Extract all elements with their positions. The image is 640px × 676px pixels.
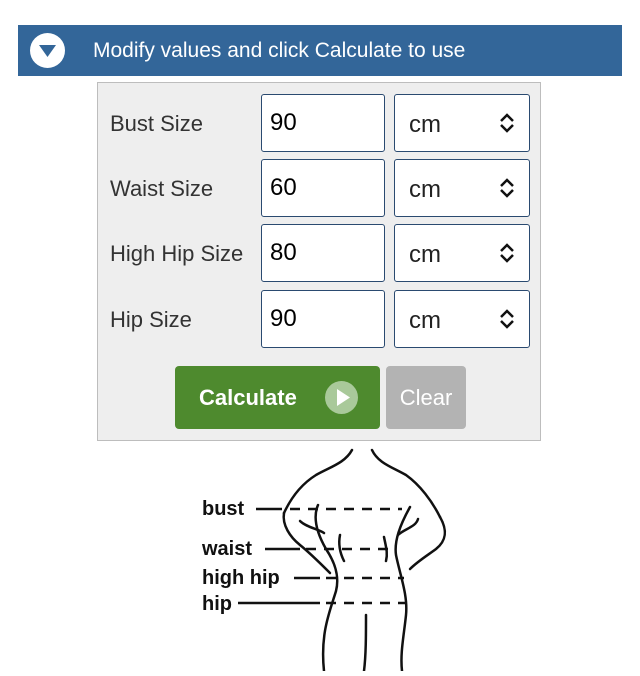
hip-label: hip	[202, 593, 232, 615]
waist-size-unit-value: cm	[409, 176, 441, 203]
calculate-button[interactable]: Calculate	[175, 366, 380, 429]
high-hip-size-unit-select[interactable]: cm	[394, 224, 530, 282]
hip-size-row: Hip Size 90 cm	[98, 279, 540, 348]
waist-size-unit-select[interactable]: cm	[394, 159, 530, 217]
up-down-arrows-icon	[500, 309, 514, 329]
hip-size-input[interactable]: 90	[261, 290, 385, 348]
bust-label: bust	[202, 498, 245, 520]
high-hip-size-row: High Hip Size 80 cm	[98, 213, 540, 282]
play-circle-icon	[325, 381, 358, 414]
body-measurement-diagram: bust waist high hip hip	[0, 445, 640, 673]
header-title: Modify values and click Calculate to use	[93, 39, 466, 62]
collapsible-header[interactable]: Modify values and click Calculate to use	[18, 25, 622, 76]
waist-size-label: Waist Size	[110, 176, 214, 201]
up-down-arrows-icon	[500, 113, 514, 133]
waist-size-input[interactable]: 60	[261, 159, 385, 217]
up-down-arrows-icon	[500, 243, 514, 263]
bust-size-label: Bust Size	[110, 111, 203, 136]
high-hip-size-label: High Hip Size	[110, 241, 244, 266]
high-hip-size-unit-value: cm	[409, 241, 441, 268]
hip-size-label: Hip Size	[110, 307, 192, 332]
hip-size-unit-select[interactable]: cm	[394, 290, 530, 348]
calculator-panel: Bust Size 90 cm Waist Size 60 cm High Hi…	[97, 82, 541, 441]
bust-size-unit-value: cm	[409, 111, 441, 138]
high-hip-size-input[interactable]: 80	[261, 224, 385, 282]
up-down-arrows-icon	[500, 178, 514, 198]
body-silhouette	[238, 448, 447, 673]
bust-size-input[interactable]: 90	[261, 94, 385, 152]
bust-size-unit-select[interactable]: cm	[394, 94, 530, 152]
clear-button[interactable]: Clear	[386, 366, 466, 429]
high-hip-label: high hip	[202, 567, 280, 589]
bust-size-row: Bust Size 90 cm	[98, 83, 540, 152]
hip-size-unit-value: cm	[409, 307, 441, 334]
waist-size-row: Waist Size 60 cm	[98, 148, 540, 217]
waist-label: waist	[202, 538, 253, 560]
calculate-button-label: Calculate	[199, 385, 297, 410]
chevron-down-icon[interactable]	[30, 33, 65, 68]
